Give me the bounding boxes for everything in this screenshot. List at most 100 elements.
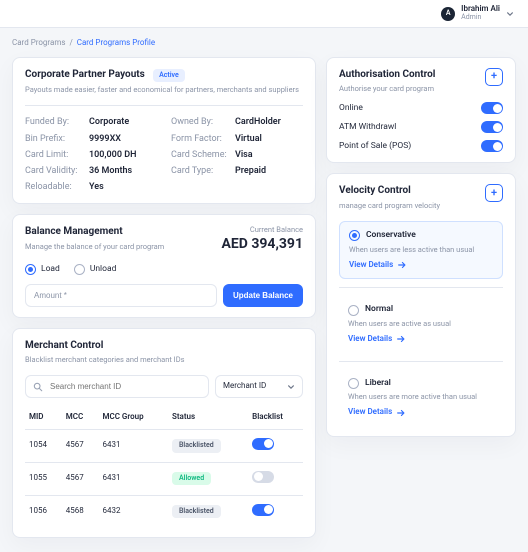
table-row: 105545676431Allowed: [25, 462, 303, 495]
radio-dot-icon: [74, 264, 85, 275]
cell-blacklist: [248, 429, 303, 462]
blacklist-toggle[interactable]: [252, 438, 274, 450]
auth-toggle[interactable]: [481, 140, 503, 152]
table-row: 105645686432Blacklisted: [25, 495, 303, 527]
status-chip: Blacklisted: [172, 439, 221, 452]
cell-status: Blacklisted: [168, 429, 248, 462]
balance-subtitle: Manage the balance of your card program: [25, 242, 164, 252]
auth-item-label: Point of Sale (POS): [339, 141, 411, 152]
auth-item-label: ATM Withdrawl: [339, 122, 396, 133]
auth-toggle[interactable]: [481, 102, 503, 114]
auth-item-label: Online: [339, 103, 363, 114]
view-details-label: View Details: [348, 334, 392, 345]
velocity-option-desc: When users are less active than usual: [349, 245, 493, 255]
radio-unload-label: Unload: [90, 264, 117, 275]
topbar: A Ibrahim Ali Admin: [0, 0, 528, 28]
merchant-title: Merchant Control: [25, 339, 303, 353]
cell-mcc-group: 6432: [98, 495, 168, 527]
load-unload-options: Load Unload: [25, 264, 303, 275]
value-card-validity: 36 Months: [89, 165, 132, 177]
velocity-option-desc: When users are more active than usual: [348, 392, 494, 402]
auth-row: ATM Withdrawl: [339, 121, 503, 133]
velocity-option[interactable]: Liberal When users are more active than u…: [339, 370, 503, 426]
user-menu[interactable]: A Ibrahim Ali Admin: [441, 5, 514, 21]
merchant-table: MID MCC MCC Group Status Blacklist 10544…: [25, 406, 303, 527]
cell-mcc-group: 6431: [98, 429, 168, 462]
value-owned-by: CardHolder: [235, 116, 281, 128]
radio-dot-icon: [348, 378, 359, 389]
cell-status: Allowed: [168, 462, 248, 495]
breadcrumb-current: Card Programs Profile: [77, 38, 155, 47]
merchant-filter-select[interactable]: Merchant ID: [215, 375, 303, 398]
label-card-type: Card Type:: [171, 165, 227, 177]
payouts-title: Corporate Partner Payouts: [25, 68, 145, 82]
merchant-filter-label: Merchant ID: [223, 381, 266, 392]
current-balance-label: Current Balance: [222, 225, 304, 235]
cell-blacklist: [248, 462, 303, 495]
avatar: A: [441, 7, 455, 21]
velocity-card: Velocity Control manage card program vel…: [326, 173, 516, 437]
cell-mcc: 4568: [62, 495, 99, 527]
table-row: 105445676431 Blacklisted: [25, 429, 303, 462]
view-details-link[interactable]: View Details: [348, 334, 494, 345]
user-role: Admin: [461, 14, 500, 22]
cell-mid: 1054: [25, 429, 62, 462]
velocity-option[interactable]: Conservative When users are less active t…: [339, 221, 503, 279]
auth-card: Authorisation Control Authorise your car…: [326, 57, 516, 164]
chevron-down-icon: [506, 10, 514, 18]
payouts-subtitle: Payouts made easier, faster and economic…: [25, 85, 303, 95]
add-auth-button[interactable]: +: [485, 68, 503, 86]
balance-title: Balance Management: [25, 225, 164, 239]
value-card-scheme: Visa: [235, 149, 253, 161]
label-owned-by: Owned By:: [171, 116, 227, 128]
search-icon: [33, 382, 43, 392]
view-details-link[interactable]: View Details: [348, 407, 494, 418]
breadcrumb-root[interactable]: Card Programs: [12, 38, 65, 47]
label-reloadable: Reloadable:: [25, 181, 81, 193]
add-velocity-button[interactable]: +: [485, 184, 503, 202]
merchant-search[interactable]: [25, 375, 209, 398]
page-body: Card Programs / Card Programs Profile Co…: [0, 28, 528, 552]
cell-mid: 1055: [25, 462, 62, 495]
blacklist-toggle[interactable]: [252, 471, 274, 483]
radio-unload[interactable]: Unload: [74, 264, 117, 275]
user-meta: Ibrahim Ali Admin: [461, 5, 500, 21]
radio-dot-icon: [25, 264, 36, 275]
auth-toggle[interactable]: [481, 121, 503, 133]
auth-row: Point of Sale (POS): [339, 140, 503, 152]
value-bin-prefix: 9999XX: [89, 133, 121, 145]
view-details-label: View Details: [348, 407, 392, 418]
status-chip: Allowed: [172, 472, 211, 485]
col-mid: MID: [25, 406, 62, 429]
col-mcc-group: MCC Group: [98, 406, 168, 429]
breadcrumb: Card Programs / Card Programs Profile: [12, 38, 516, 49]
velocity-option[interactable]: NormalWhen users are active as usualView…: [339, 296, 503, 352]
arrow-right-icon: [397, 260, 407, 270]
payouts-fields: Funded By:Corporate Owned By:CardHolder …: [25, 105, 303, 193]
arrow-right-icon: [396, 408, 406, 418]
cell-mcc: 4567: [62, 462, 99, 495]
col-status: Status: [168, 406, 248, 429]
radio-load[interactable]: Load: [25, 264, 60, 275]
velocity-subtitle: manage card program velocity: [339, 201, 440, 211]
merchant-search-input[interactable]: [48, 381, 201, 392]
blacklist-toggle[interactable]: [252, 504, 274, 516]
view-details-label: View Details: [349, 260, 393, 271]
divider: [339, 287, 503, 288]
update-balance-button[interactable]: Update Balance: [223, 284, 303, 307]
velocity-option-name: Conservative: [366, 230, 416, 241]
velocity-option-name: Liberal: [365, 378, 391, 389]
arrow-right-icon: [396, 334, 406, 344]
auth-subtitle: Authorise your card program: [339, 84, 435, 94]
cell-mcc: 4567: [62, 429, 99, 462]
label-card-limit: Card Limit:: [25, 149, 81, 161]
payouts-header: Corporate Partner Payouts Active: [25, 68, 303, 82]
value-form-factor: Virtual: [235, 133, 262, 145]
label-card-validity: Card Validity:: [25, 165, 81, 177]
current-balance-value: AED 394,391: [222, 235, 304, 254]
status-badge: Active: [153, 69, 185, 82]
amount-input[interactable]: [25, 284, 217, 307]
cell-mid: 1056: [25, 495, 62, 527]
velocity-option-desc: When users are active as usual: [348, 319, 494, 329]
view-details-link[interactable]: View Details: [349, 260, 493, 271]
